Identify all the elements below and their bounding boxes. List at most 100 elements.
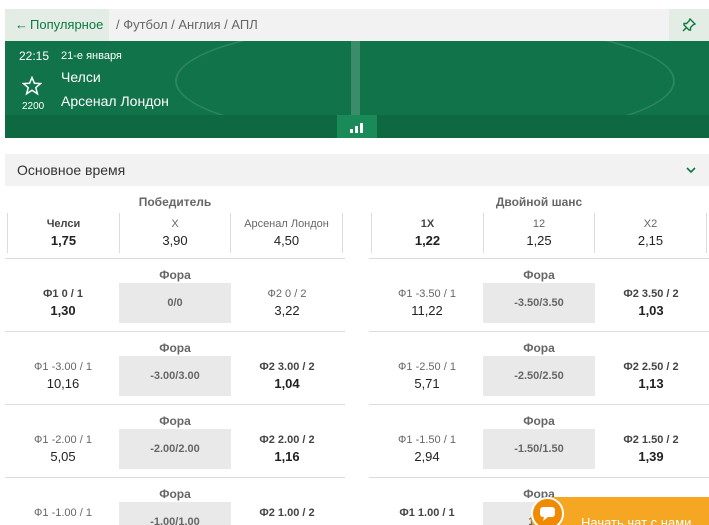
market-title: Фора	[523, 341, 555, 355]
handicap-line: -1.00/1.00	[119, 502, 231, 525]
favorites-count: 2200	[22, 101, 45, 112]
odd-double-12[interactable]: 12 1,25	[483, 213, 595, 253]
odd-label: Ф2 1.50 / 2	[623, 434, 679, 446]
odd-label: Ф1 1.00 / 1	[399, 507, 455, 519]
handicap-line-value: -2.00/2.00	[150, 443, 200, 455]
odd-winner-x[interactable]: X 3,90	[119, 213, 231, 253]
handicap-line-value: 0/0	[167, 297, 183, 309]
breadcrumb-bar: ← Популярное / Футбол / Англия / АПЛ	[5, 9, 709, 41]
odd-value: 3,22	[274, 303, 300, 318]
stats-bar-chart-icon	[350, 129, 353, 133]
section-title: Основное время	[17, 162, 126, 178]
odd-label: Ф1 -3.00 / 1	[34, 361, 92, 373]
match-time: 22:15	[19, 49, 50, 63]
odd-handicap-2[interactable]: Ф2 2.00 / 2 1,16	[231, 429, 343, 469]
odd-handicap-1[interactable]: Ф1 1.00 / 1	[371, 502, 483, 525]
market-handicap: Фора Ф1 -3.50 / 1 11,22 -3.50/3.50 Ф2 3.…	[369, 264, 709, 334]
handicap-line-value: -1.50/1.50	[514, 443, 564, 455]
breadcrumb-path: / Футбол / Англия / АПЛ	[116, 17, 258, 32]
section-main-time[interactable]: Основное время	[5, 154, 709, 186]
odd-handicap-2[interactable]: Ф2 0 / 2 3,22	[231, 283, 343, 323]
odd-label: Ф1 0 / 1	[43, 288, 83, 300]
stats-bar-chart-icon	[360, 123, 363, 133]
back-label: Популярное	[30, 17, 104, 32]
odd-value: 5,05	[50, 449, 76, 464]
team-away: Арсенал Лондон	[61, 93, 169, 109]
odd-label: Арсенал Лондон	[244, 218, 329, 230]
team-home: Челси	[61, 69, 101, 85]
market-handicap: Фора Ф1 -1.50 / 1 2,94 -1.50/1.50 Ф2 1.5…	[369, 410, 709, 480]
speech-bubble-icon	[540, 507, 555, 521]
arrow-left-icon: ←	[15, 17, 28, 32]
market-title: Фора	[523, 268, 555, 282]
market-handicap: Фора Ф1 -1.00 / 1 -1.00/1.00 Ф2 1.00 / 2	[5, 483, 345, 525]
odd-value: 10,16	[46, 376, 80, 391]
favorite-star-icon[interactable]	[21, 75, 43, 101]
odd-handicap-2[interactable]: Ф2 1.00 / 2	[231, 502, 343, 525]
handicap-line: -2.50/2.50	[483, 356, 595, 396]
odd-handicap-2[interactable]: Ф2 3.00 / 2 1,04	[231, 356, 343, 396]
pin-icon	[682, 18, 696, 32]
market-title: Двойной шанс	[495, 195, 583, 209]
chat-bubble-icon	[531, 497, 564, 525]
divider	[5, 477, 345, 478]
odd-label: 12	[532, 218, 546, 230]
market-handicap: Фора Ф1 0 / 1 1,30 0/0 Ф2 0 / 2 3,22	[5, 264, 345, 334]
odd-value: 1,04	[274, 376, 300, 391]
odd-handicap-1[interactable]: Ф1 -1.00 / 1	[7, 502, 119, 525]
odd-handicap-1[interactable]: Ф1 -3.00 / 1 10,16	[7, 356, 119, 396]
odd-winner-2[interactable]: Арсенал Лондон 4,50	[231, 213, 343, 253]
odd-value: 1,22	[414, 233, 441, 248]
odd-value: 11,22	[411, 303, 443, 318]
odd-label: Челси	[46, 218, 81, 230]
market-double-chance: Двойной шанс 1X 1,22 12 1,25 X2 2,15	[369, 190, 709, 260]
divider	[5, 404, 345, 405]
divider	[369, 404, 709, 405]
market-title: Фора	[159, 268, 191, 282]
odd-handicap-2[interactable]: Ф2 1.50 / 2 1,39	[595, 429, 707, 469]
odd-label: X2	[643, 218, 658, 230]
odd-value: 1,30	[50, 303, 76, 318]
handicap-line: -3.50/3.50	[483, 283, 595, 323]
odd-handicap-1[interactable]: Ф1 -1.50 / 1 2,94	[371, 429, 483, 469]
divider	[369, 258, 709, 259]
odd-label: Ф2 0 / 2	[267, 288, 307, 300]
handicap-line: -1.50/1.50	[483, 429, 595, 469]
odd-value: 1,13	[638, 376, 664, 391]
odd-value: 1,16	[274, 449, 300, 464]
odd-label: Ф2 3.50 / 2	[623, 288, 679, 300]
divider	[5, 331, 345, 332]
odd-value: 1,25	[526, 233, 552, 248]
odd-handicap-2[interactable]: Ф2 3.50 / 2 1,03	[595, 283, 707, 323]
chat-widget-button[interactable]: Начать чат с нами	[531, 497, 709, 525]
odd-handicap-1[interactable]: Ф1 -3.50 / 1 11,22	[371, 283, 483, 323]
odd-winner-1[interactable]: Челси 1,75	[7, 213, 119, 253]
odd-label: Ф1 -1.00 / 1	[34, 507, 92, 519]
stats-button[interactable]	[337, 115, 377, 138]
chat-label: Начать чат с нами	[581, 515, 692, 525]
odd-handicap-2[interactable]: Ф2 2.50 / 2 1,13	[595, 356, 707, 396]
odd-value: 1,75	[50, 233, 77, 248]
market-title: Фора	[159, 341, 191, 355]
odd-label: Ф2 1.00 / 2	[259, 507, 315, 519]
odd-handicap-1[interactable]: Ф1 0 / 1 1,30	[7, 283, 119, 323]
match-date: 21-е января	[61, 50, 122, 62]
odd-handicap-1[interactable]: Ф1 -2.00 / 1 5,05	[7, 429, 119, 469]
odd-handicap-1[interactable]: Ф1 -2.50 / 1 5,71	[371, 356, 483, 396]
odd-label: Ф2 2.00 / 2	[259, 434, 315, 446]
odd-double-1x[interactable]: 1X 1,22	[371, 213, 483, 253]
odd-label: Ф1 -2.50 / 1	[398, 361, 456, 373]
divider	[369, 477, 709, 478]
handicap-line-value: -3.50/3.50	[514, 297, 564, 309]
odd-double-x2[interactable]: X2 2,15	[595, 213, 707, 253]
stats-bar-chart-icon	[355, 126, 358, 133]
market-title: Фора	[523, 414, 555, 428]
chevron-down-icon	[686, 167, 696, 174]
handicap-line: 0/0	[119, 283, 231, 323]
pin-button[interactable]	[669, 9, 709, 41]
match-header: 22:15 21-е января 2200 Челси Арсенал Лон…	[5, 41, 709, 138]
odd-value: 5,71	[414, 376, 440, 391]
back-to-popular-button[interactable]: ← Популярное	[5, 9, 109, 41]
market-title: Фора	[159, 487, 191, 501]
handicap-line: -2.00/2.00	[119, 429, 231, 469]
